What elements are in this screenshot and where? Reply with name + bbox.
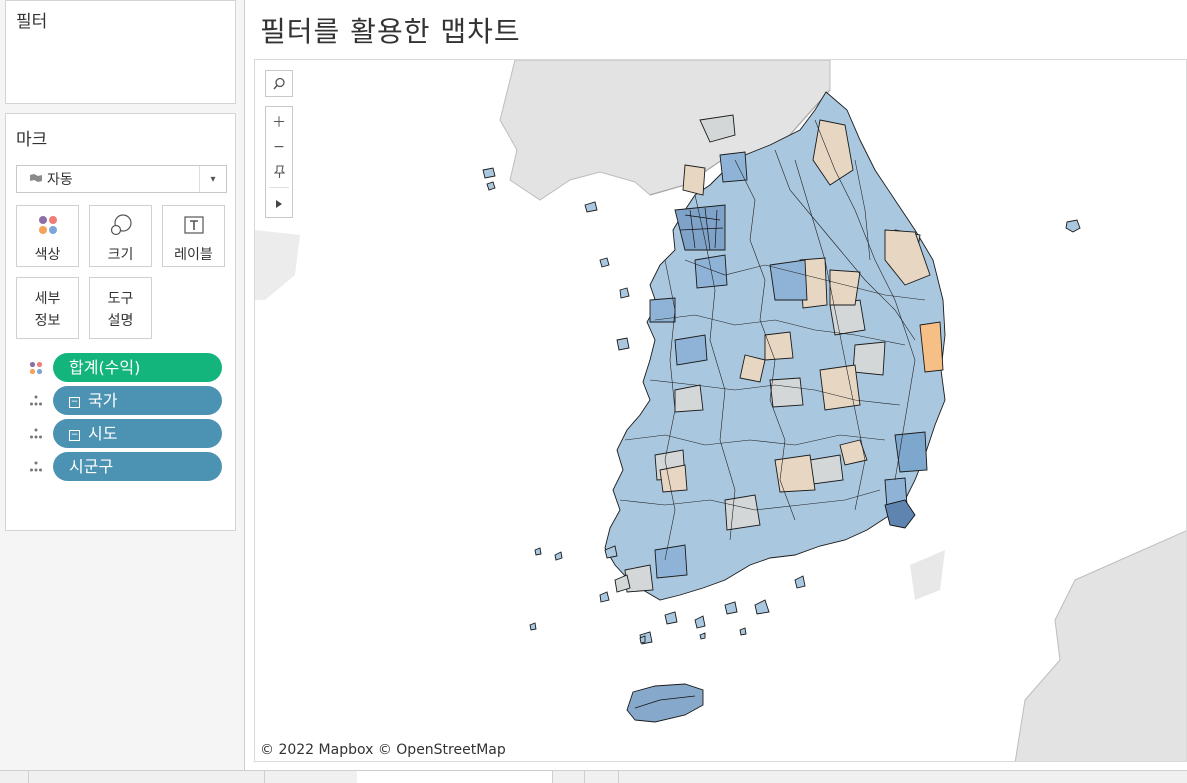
chevron-down-icon[interactable]: ▾ [199, 166, 226, 192]
island[interactable] [754, 599, 770, 615]
island-ulleung[interactable] [1065, 219, 1081, 233]
text-icon [163, 214, 224, 236]
map-view[interactable]: ＋ − © 2022 Mapbox © OpenStreetMap [254, 59, 1187, 762]
island[interactable] [554, 551, 563, 561]
island[interactable] [616, 337, 630, 351]
size-button[interactable]: 크기 [89, 205, 152, 267]
color-icon [17, 214, 78, 236]
field-pill-country[interactable]: − 국가 [53, 386, 222, 415]
color-label: 색상 [34, 247, 61, 263]
pill-label: 시도 [88, 424, 118, 443]
filters-card[interactable]: 필터 [5, 0, 236, 104]
filters-title: 필터 [16, 12, 48, 32]
region[interactable] [739, 354, 766, 383]
map-zoom-toolbar: ＋ − [265, 106, 293, 218]
collapse-icon[interactable]: − [69, 430, 80, 441]
field-pill-sum-profit[interactable]: 합계(수익) [53, 353, 222, 382]
region[interactable] [674, 334, 708, 366]
island[interactable] [664, 611, 678, 625]
tooltip-label-line2: 설명 [107, 313, 134, 329]
detail-button[interactable]: 세부 정보 [16, 277, 79, 339]
color-icon [29, 361, 43, 375]
detail-icon [30, 461, 42, 472]
detail-icon [30, 395, 42, 406]
region[interactable] [769, 259, 808, 301]
mark-type-value: 자동 [47, 172, 73, 188]
region[interactable] [852, 341, 886, 376]
island[interactable] [694, 615, 706, 629]
field-pill-province[interactable]: − 시도 [53, 419, 222, 448]
region[interactable] [819, 364, 861, 411]
sheet-tab[interactable] [584, 771, 619, 783]
region[interactable] [724, 494, 761, 531]
island[interactable] [599, 591, 610, 603]
detail-icon [30, 428, 42, 439]
zoom-in-icon[interactable]: ＋ [266, 109, 292, 134]
color-button[interactable]: 색상 [16, 205, 79, 267]
tooltip-button[interactable]: 도구 설명 [89, 277, 152, 339]
pill-label: 국가 [88, 391, 118, 410]
map-canvas[interactable] [255, 60, 1187, 762]
sheet-tab[interactable] [552, 771, 585, 783]
label-label: 레이블 [174, 247, 213, 263]
left-panel: 필터 마크 자동 ▾ 색상 크기 레이블 세부 정보 도구 설명 합계(수익) … [0, 0, 245, 782]
sheet-title: 필터를 활용한 맵차트 [260, 15, 521, 48]
island[interactable] [599, 257, 610, 268]
map-search-button[interactable] [265, 70, 293, 97]
map-attribution[interactable]: © 2022 Mapbox © OpenStreetMap [260, 742, 506, 758]
detail-label-line1: 세부 [34, 291, 61, 307]
pill-row-country: − 국가 [16, 386, 228, 416]
zoom-out-icon[interactable]: − [266, 134, 292, 159]
sheet-tab[interactable] [264, 771, 358, 783]
region[interactable] [809, 454, 844, 485]
map-icon [29, 173, 47, 186]
region[interactable] [719, 151, 748, 183]
size-icon [90, 214, 151, 236]
region[interactable] [649, 297, 676, 323]
island[interactable] [739, 627, 747, 636]
pin-icon[interactable] [266, 159, 292, 184]
size-label: 크기 [107, 247, 134, 263]
region[interactable] [764, 331, 794, 361]
region[interactable] [769, 377, 804, 408]
region[interactable] [654, 544, 688, 579]
collapse-icon[interactable]: − [69, 397, 80, 408]
play-icon[interactable] [266, 191, 292, 216]
sheet-tab-active[interactable] [357, 771, 553, 783]
region[interactable] [682, 164, 706, 196]
island[interactable] [486, 181, 496, 191]
island[interactable] [584, 201, 598, 213]
region[interactable] [674, 384, 704, 413]
island[interactable] [619, 287, 630, 299]
mark-type-dropdown[interactable]: 자동 ▾ [16, 165, 227, 193]
region-busan[interactable] [884, 499, 916, 529]
island[interactable] [534, 547, 542, 556]
sheet-tab[interactable] [0, 771, 29, 783]
pill-row-district: 시군구 [16, 452, 228, 482]
marks-card: 마크 자동 ▾ 색상 크기 레이블 세부 정보 도구 설명 합계(수익) − 국… [5, 113, 236, 531]
region[interactable] [659, 464, 688, 493]
field-pill-district[interactable]: 시군구 [53, 452, 222, 481]
pill-label: 합계(수익) [69, 358, 141, 377]
sheet-tabs-bar [0, 770, 1187, 783]
island[interactable] [699, 632, 706, 640]
marks-title: 마크 [16, 130, 48, 150]
pill-row-province: − 시도 [16, 419, 228, 449]
search-icon[interactable] [266, 71, 292, 96]
island[interactable] [794, 575, 806, 589]
pill-row-color: 합계(수익) [16, 353, 228, 383]
detail-label-line2: 정보 [34, 313, 61, 329]
pill-label: 시군구 [69, 457, 114, 476]
tooltip-label-line1: 도구 [107, 291, 134, 307]
island[interactable] [724, 601, 738, 615]
island[interactable] [529, 622, 537, 631]
island-jeju[interactable] [626, 683, 704, 723]
toolbar-divider [269, 187, 289, 188]
label-button[interactable]: 레이블 [162, 205, 225, 267]
sheet-tab[interactable] [28, 771, 265, 783]
island[interactable] [482, 167, 496, 179]
